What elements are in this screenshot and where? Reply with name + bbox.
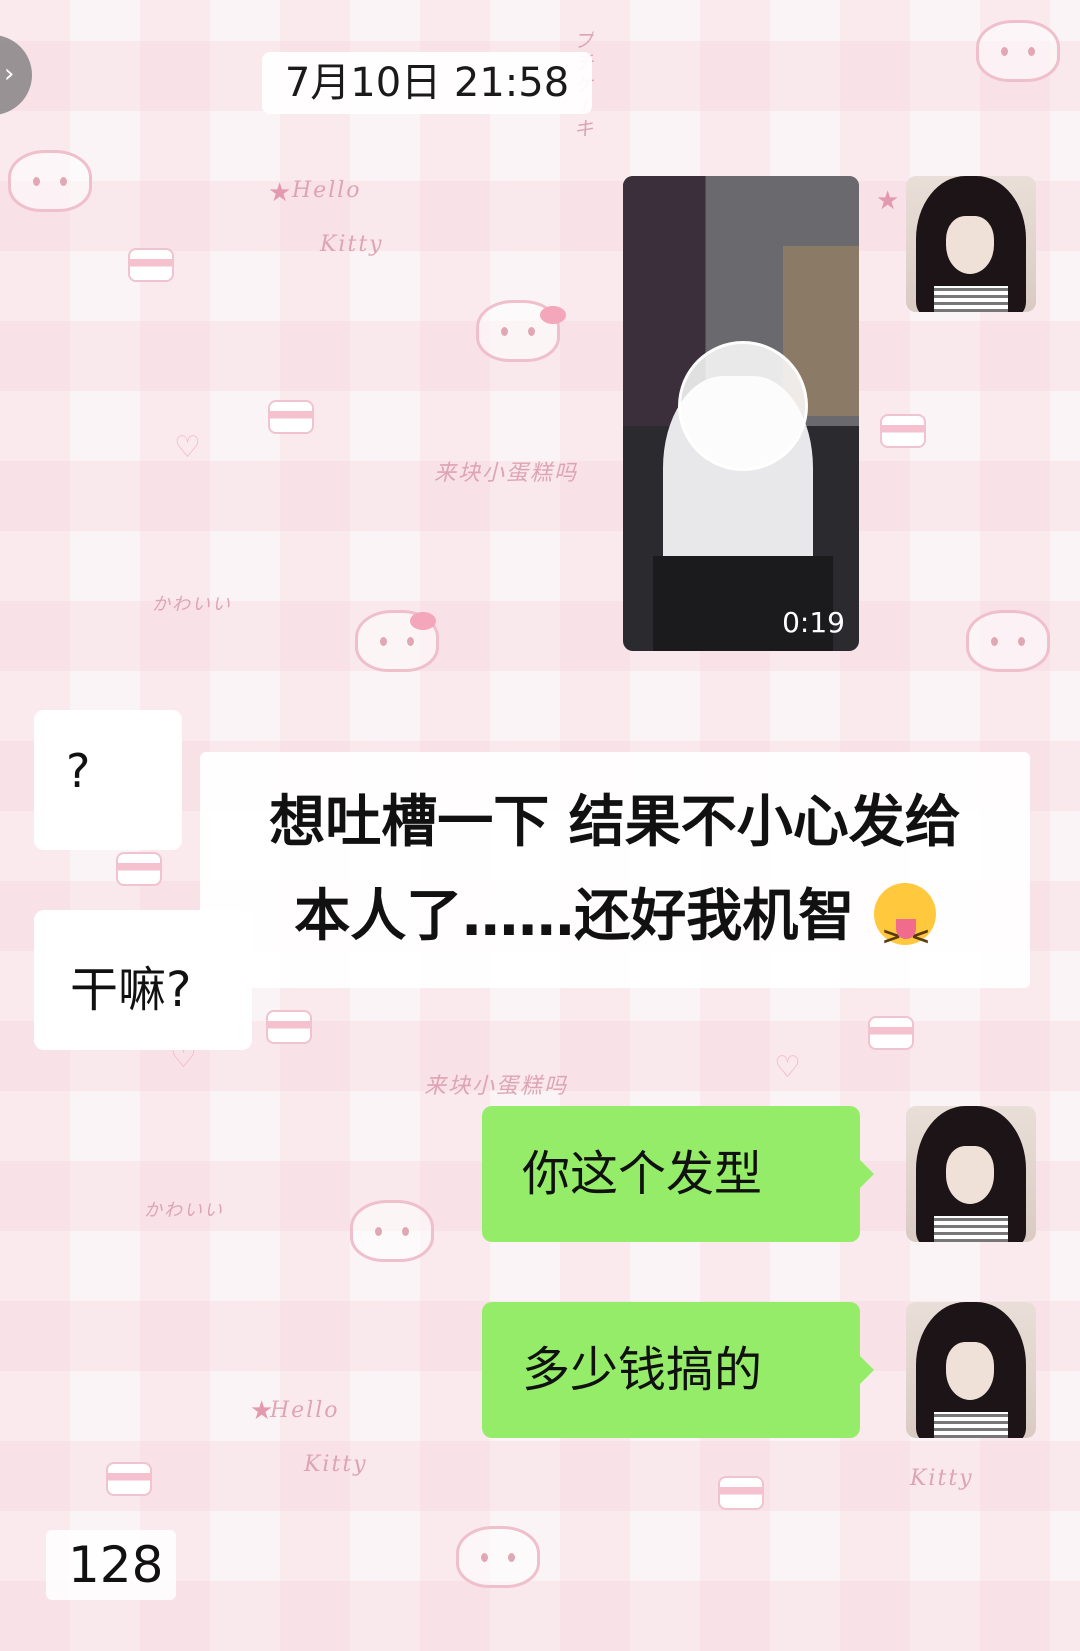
blurred-face-mask bbox=[678, 341, 808, 471]
cake-icon bbox=[106, 1462, 152, 1496]
wallpaper-text-kawaii: かわいい bbox=[152, 594, 232, 615]
outgoing-message-text: 多少钱搞的 bbox=[522, 1342, 763, 1398]
wallpaper-text-cake: 来块小蛋糕吗 bbox=[434, 461, 579, 486]
avatar[interactable] bbox=[906, 1302, 1036, 1438]
incoming-message-text: 干嘛? bbox=[70, 962, 192, 1018]
video-message[interactable]: 0:19 bbox=[623, 176, 859, 651]
caption-line-2: 本人了……还好我机智 bbox=[200, 870, 1030, 983]
avatar[interactable] bbox=[906, 176, 1036, 312]
wallpaper-text-hello-2: Hello bbox=[270, 1398, 340, 1423]
video-duration: 0:19 bbox=[782, 606, 845, 639]
back-button[interactable]: › bbox=[0, 35, 32, 115]
incoming-message[interactable]: ? bbox=[34, 710, 182, 850]
star-icon: ★ bbox=[268, 178, 292, 208]
avatar-top bbox=[934, 286, 1008, 312]
kitty-face-icon bbox=[350, 1200, 434, 1262]
wallpaper-text-kitty-2: Kitty bbox=[304, 1452, 368, 1477]
wallpaper-text-kitty: Kitty bbox=[320, 232, 384, 257]
outgoing-message[interactable]: 你这个发型 bbox=[482, 1106, 874, 1242]
bow-icon bbox=[540, 306, 566, 324]
kitty-face-icon bbox=[8, 150, 92, 212]
bow-icon bbox=[410, 612, 436, 630]
cake-icon bbox=[128, 248, 174, 282]
overlay-caption: 想吐槽一下 结果不小心发给 本人了……还好我机智 bbox=[200, 752, 1030, 988]
cake-icon bbox=[116, 852, 162, 886]
avatar-face bbox=[946, 216, 994, 274]
wallpaper-text-cake-2: 来块小蛋糕吗 bbox=[424, 1074, 569, 1099]
chevron-right-icon: › bbox=[4, 59, 15, 89]
cake-icon bbox=[718, 1476, 764, 1510]
cake-icon bbox=[266, 1010, 312, 1044]
caption-line-2-text: 本人了……还好我机智 bbox=[294, 884, 855, 949]
kitty-face-icon bbox=[966, 610, 1050, 672]
wallpaper-text-kitty-3: Kitty bbox=[910, 1466, 974, 1491]
wallpaper-text-kawaii-2: かわいい bbox=[144, 1200, 224, 1221]
cake-icon bbox=[268, 400, 314, 434]
cake-icon bbox=[880, 414, 926, 448]
cake-icon bbox=[868, 1016, 914, 1050]
star-icon: ★ bbox=[876, 186, 900, 216]
heart-icon: ♡ bbox=[774, 1050, 801, 1085]
star-icon: ★ bbox=[250, 1396, 274, 1426]
caption-line-1: 想吐槽一下 结果不小心发给 bbox=[269, 790, 961, 855]
kitty-face-icon bbox=[456, 1526, 540, 1588]
squinting-face-with-tongue-icon bbox=[873, 883, 936, 983]
outgoing-message[interactable]: 多少钱搞的 bbox=[482, 1302, 874, 1438]
avatar-top bbox=[934, 1216, 1008, 1242]
avatar-face bbox=[946, 1146, 994, 1204]
avatar-face bbox=[946, 1342, 994, 1400]
heart-icon: ♡ bbox=[174, 430, 201, 465]
avatar-top bbox=[934, 1412, 1008, 1438]
incoming-message-text: ? bbox=[66, 744, 91, 798]
kitty-face-icon bbox=[976, 20, 1060, 82]
wallpaper-text-hello: Hello bbox=[292, 178, 362, 203]
outgoing-message-text: 你这个发型 bbox=[522, 1146, 763, 1202]
footer-count: 128 bbox=[46, 1530, 176, 1600]
avatar[interactable] bbox=[906, 1106, 1036, 1242]
message-timestamp: 7月10日 21:58 bbox=[262, 52, 592, 114]
